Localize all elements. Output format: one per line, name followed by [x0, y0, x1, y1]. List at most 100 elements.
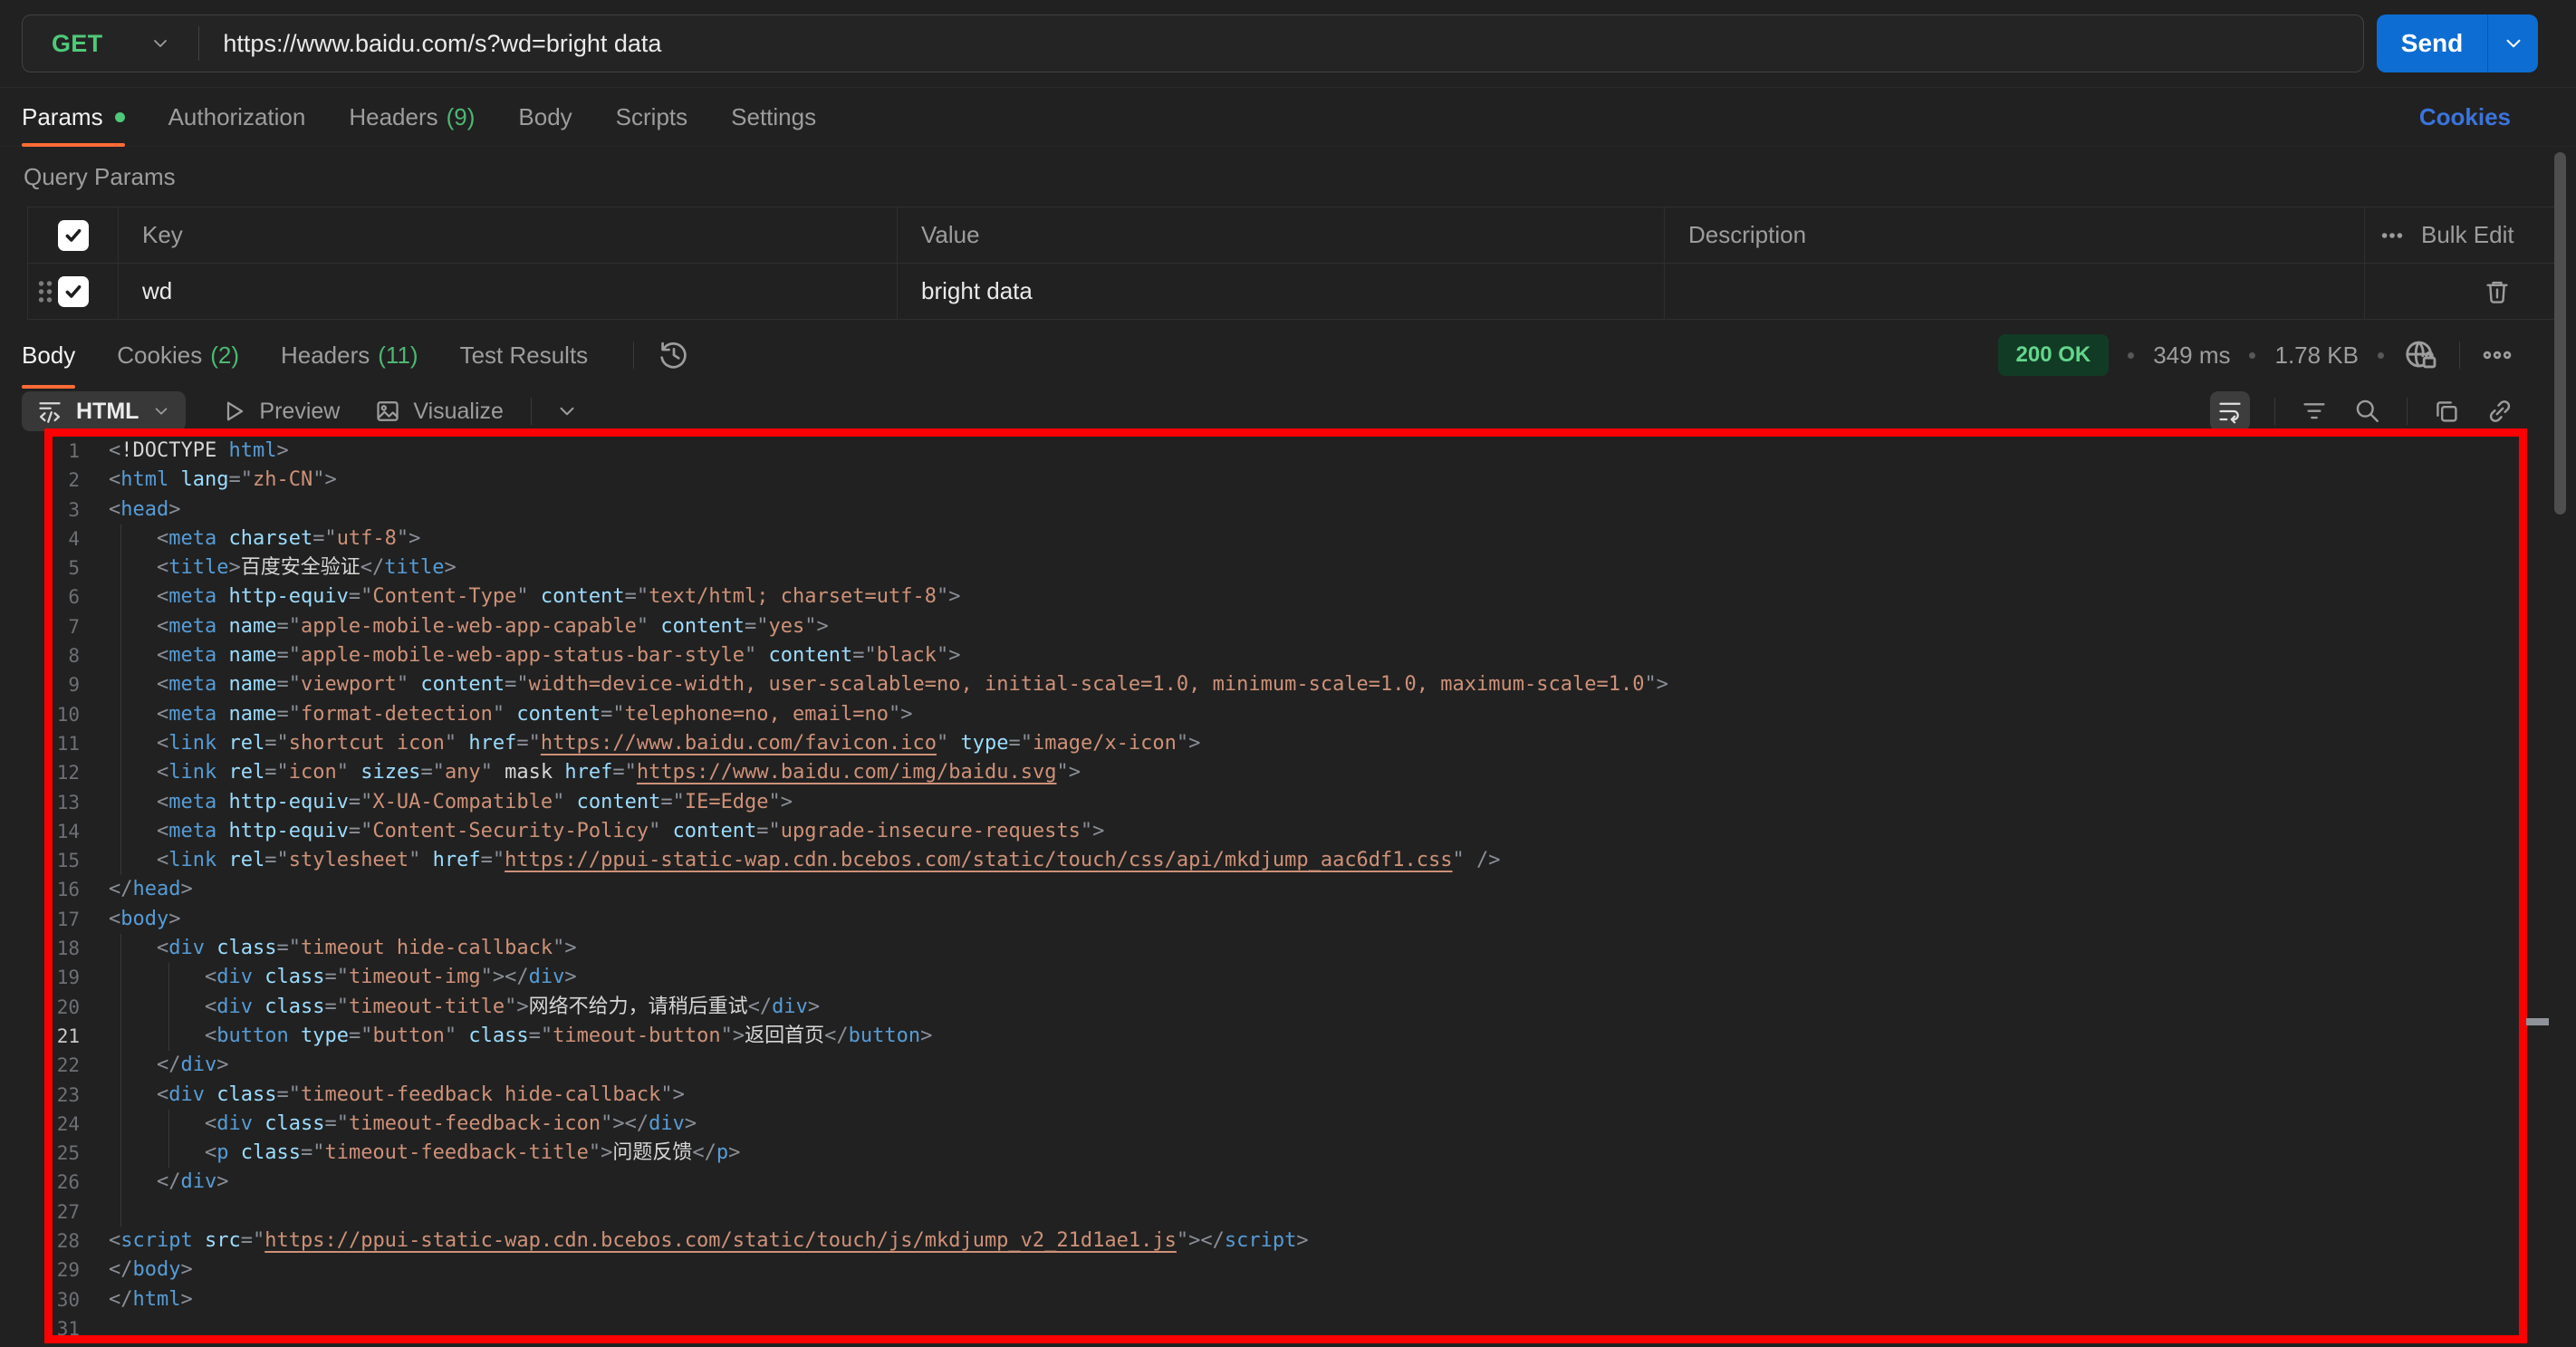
page-scrollbar[interactable]	[2554, 152, 2566, 515]
tab-label: Settings	[731, 103, 816, 131]
editor-actions	[2210, 391, 2554, 431]
param-key-field[interactable]: wd	[119, 264, 898, 319]
code-line: 18 <div class="timeout hide-callback">	[0, 934, 2576, 963]
tab-label: Headers	[349, 103, 437, 131]
code-line: 20 <div class="timeout-title">网络不给力，请稍后重…	[0, 993, 2576, 1022]
line-number: 8	[0, 641, 80, 670]
request-tabs: Params Authorization Headers (9) Body Sc…	[0, 88, 2576, 147]
delete-row-button[interactable]	[2483, 277, 2512, 306]
tab-scripts[interactable]: Scripts	[616, 88, 687, 146]
response-format-select[interactable]: HTML	[22, 391, 186, 431]
code-line: 19 <div class="timeout-img"></div>	[0, 963, 2576, 992]
request-bar: GET Send	[0, 0, 2576, 88]
ellipsis-icon	[2379, 223, 2405, 248]
code-area[interactable]: 1<!DOCTYPE html>2<html lang="zh-CN">3<he…	[0, 437, 2576, 1347]
line-number: 26	[0, 1168, 80, 1197]
bulk-edit-button[interactable]: Bulk Edit	[2379, 221, 2514, 249]
preview-button[interactable]: Preview	[220, 398, 340, 425]
code-line: 11 <link rel="shortcut icon" href="https…	[0, 729, 2576, 758]
line-number: 23	[0, 1081, 80, 1110]
send-options-button[interactable]	[2487, 14, 2538, 72]
history-clock-icon	[658, 339, 690, 371]
line-number: 24	[0, 1110, 80, 1139]
code-line: 17<body>	[0, 905, 2576, 934]
indent-guide	[120, 963, 121, 992]
line-number: 21	[0, 1022, 80, 1051]
indent-guide	[120, 582, 121, 611]
code-line: 13 <meta http-equiv="X-UA-Compatible" co…	[0, 788, 2576, 817]
row-checkbox[interactable]	[58, 276, 89, 307]
response-tab-headers[interactable]: Headers (11)	[281, 322, 418, 388]
select-all-checkbox[interactable]	[58, 220, 89, 251]
image-icon	[374, 398, 401, 425]
tab-body[interactable]: Body	[518, 88, 572, 146]
search-icon	[2353, 397, 2382, 426]
tab-settings[interactable]: Settings	[731, 88, 816, 146]
indent-guide	[120, 1198, 121, 1227]
param-description-field[interactable]	[1665, 264, 2365, 319]
indent-guide	[120, 670, 121, 699]
wrap-text-button[interactable]	[2210, 391, 2250, 431]
network-info-button[interactable]	[2403, 338, 2437, 372]
dot-separator	[2128, 352, 2134, 359]
wrap-text-icon	[2216, 398, 2244, 425]
code-line: 4 <meta charset="utf-8">	[0, 524, 2576, 553]
table-header-row: Key Value Description Bulk Edit	[28, 207, 2559, 264]
url-input[interactable]	[199, 30, 2363, 58]
indent-guide	[120, 1022, 121, 1051]
indent-guide	[168, 993, 169, 1022]
code-line: 10 <meta name="format-detection" content…	[0, 700, 2576, 729]
code-line: 3<head>	[0, 496, 2576, 524]
filter-button[interactable]	[2300, 397, 2329, 426]
column-header-description: Description	[1665, 207, 2365, 263]
response-history-button[interactable]	[658, 339, 690, 371]
response-tab-test-results[interactable]: Test Results	[460, 322, 589, 388]
response-toolbar: HTML Preview Visualize	[0, 386, 2576, 437]
line-number: 4	[0, 524, 80, 553]
indent-guide	[120, 1051, 121, 1080]
code-line: 2<html lang="zh-CN">	[0, 466, 2576, 495]
column-header-key: Key	[119, 207, 898, 263]
overview-ruler-cursor-marker	[2526, 1018, 2549, 1025]
code-line: 31	[0, 1314, 2576, 1343]
method-select[interactable]: GET	[23, 15, 198, 72]
link-button[interactable]	[2485, 397, 2514, 426]
indent-guide	[120, 553, 121, 582]
method-label: GET	[52, 30, 102, 58]
code-line: 1<!DOCTYPE html>	[0, 437, 2576, 466]
indent-guide	[120, 641, 121, 670]
table-row: wd bright data	[28, 264, 2559, 320]
line-number: 13	[0, 788, 80, 817]
line-number: 14	[0, 817, 80, 846]
visualize-button[interactable]: Visualize	[374, 398, 504, 425]
query-params-table: Key Value Description Bulk Edit wd brigh…	[27, 207, 2560, 320]
line-number: 1	[0, 437, 80, 466]
response-tab-cookies[interactable]: Cookies (2)	[117, 322, 239, 388]
code-line: 24 <div class="timeout-feedback-icon"></…	[0, 1110, 2576, 1139]
response-tab-body[interactable]: Body	[22, 322, 75, 388]
divider	[2274, 398, 2275, 425]
tab-params[interactable]: Params	[22, 88, 125, 146]
line-number: 19	[0, 963, 80, 992]
line-number: 5	[0, 553, 80, 582]
line-number: 12	[0, 758, 80, 787]
cookies-link[interactable]: Cookies	[2419, 103, 2511, 131]
column-header-value: Value	[898, 207, 1665, 263]
indent-guide	[120, 729, 121, 758]
copy-button[interactable]	[2432, 397, 2461, 426]
copy-icon	[2432, 397, 2461, 426]
line-number: 7	[0, 612, 80, 641]
send-button[interactable]: Send	[2377, 14, 2487, 72]
tab-headers[interactable]: Headers (9)	[349, 88, 475, 146]
search-button[interactable]	[2353, 397, 2382, 426]
param-value-field[interactable]: bright data	[898, 264, 1665, 319]
chevron-down-icon	[151, 401, 171, 421]
indent-guide	[120, 993, 121, 1022]
link-icon	[2485, 397, 2514, 426]
response-more-actions-button[interactable]	[2482, 340, 2513, 370]
code-line: 29</body>	[0, 1256, 2576, 1284]
drag-handle-icon[interactable]	[35, 278, 55, 305]
tab-authorization[interactable]: Authorization	[168, 88, 306, 146]
indent-guide	[168, 963, 169, 992]
more-views-button[interactable]	[555, 399, 579, 423]
